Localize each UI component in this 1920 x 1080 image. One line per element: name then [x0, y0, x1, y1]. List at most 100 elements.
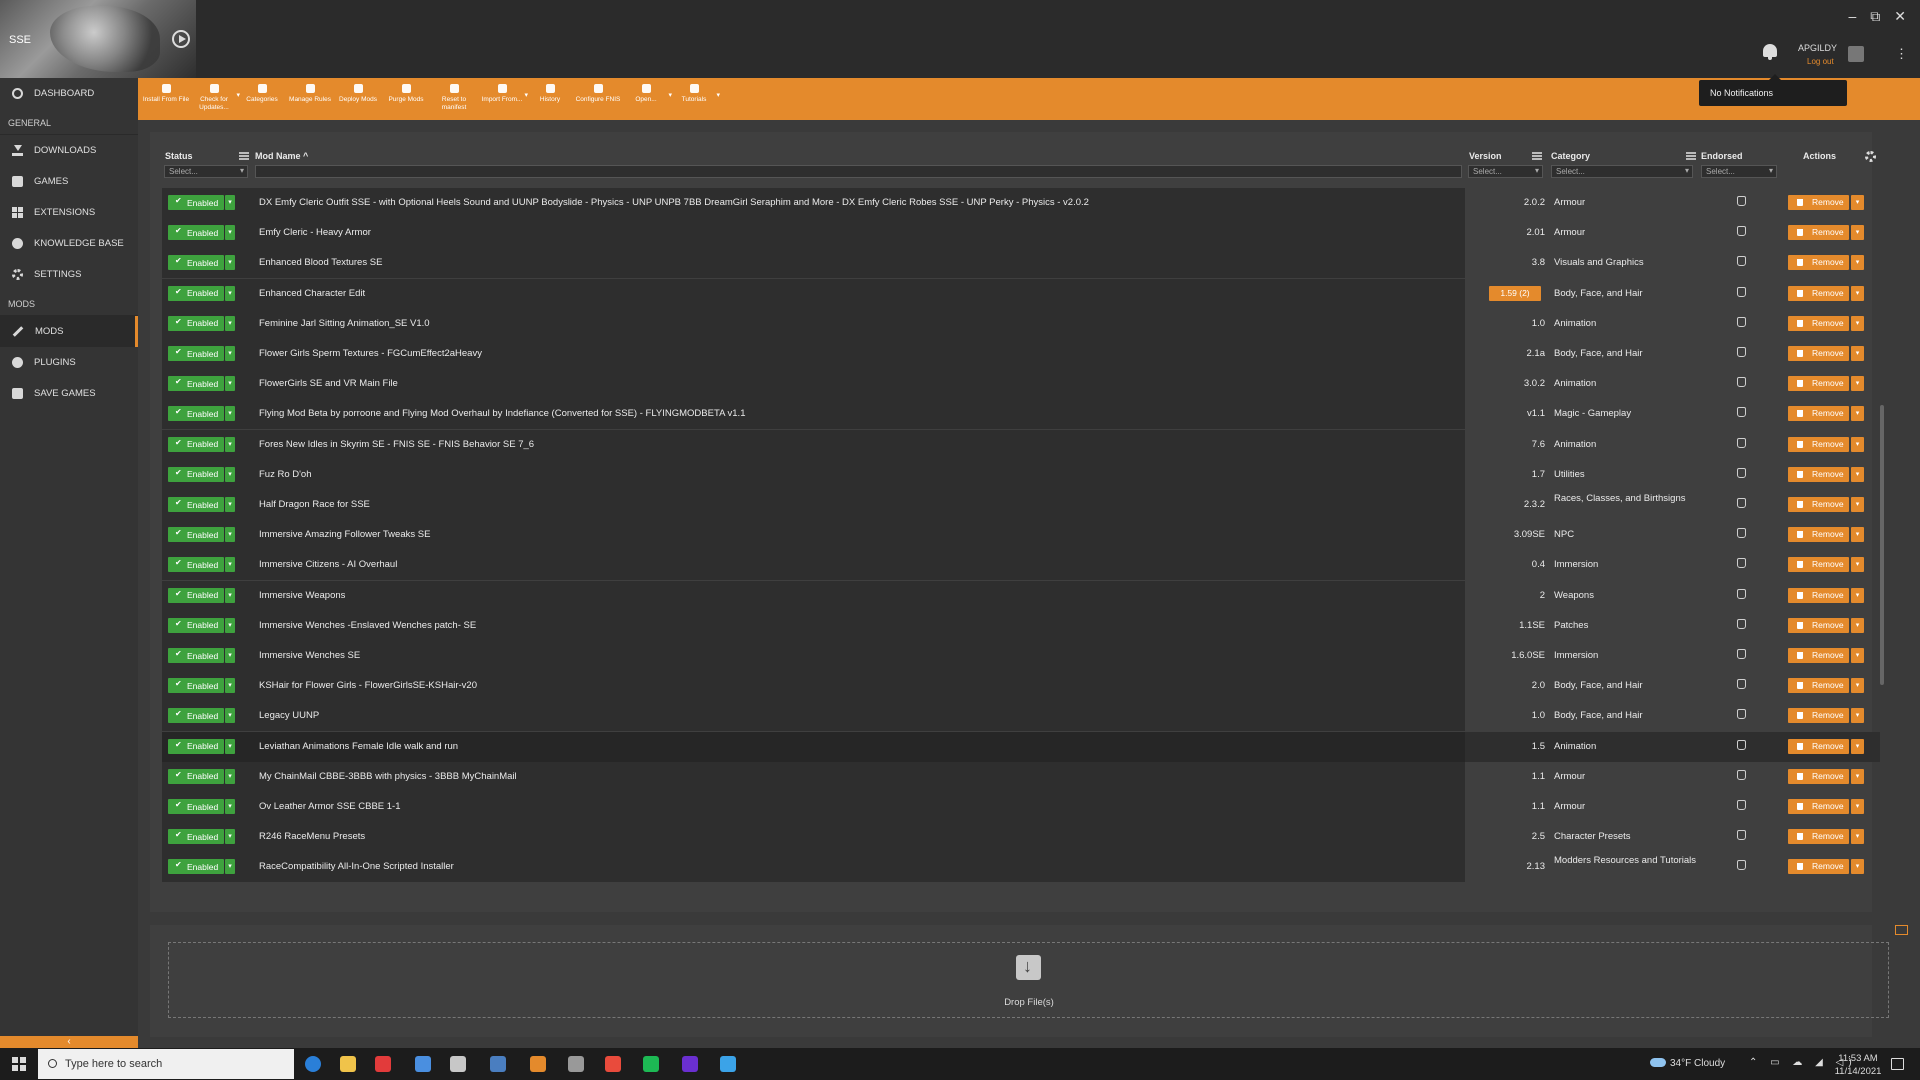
remove-button[interactable]: Remove [1788, 466, 1849, 482]
status-enabled-button[interactable]: Enabled [168, 527, 224, 543]
status-enabled-button[interactable]: Enabled [168, 436, 224, 452]
status-enabled-button[interactable]: Enabled [168, 466, 224, 482]
table-row[interactable]: Enabled▾Half Dragon Race for SSE2.3.2Rac… [162, 490, 1880, 520]
bell-icon[interactable] [1763, 44, 1777, 60]
chevron-down-icon[interactable]: ▾ [225, 829, 235, 845]
app-icon[interactable] [530, 1056, 546, 1072]
chevron-down-icon[interactable]: ▾ [1851, 406, 1864, 422]
toolbar-install-from-file-button[interactable]: Install From File [142, 78, 190, 120]
table-row[interactable]: Enabled▾R246 RaceMenu Presets2.5Characte… [162, 822, 1880, 853]
thumbs-up-icon[interactable] [1737, 800, 1746, 810]
thumbs-up-icon[interactable] [1737, 558, 1746, 569]
chevron-down-icon[interactable]: ▾ [1851, 678, 1864, 694]
status-enabled-button[interactable]: Enabled [168, 738, 224, 754]
toolbar-tutorials-button[interactable]: Tutorials [670, 78, 720, 120]
chevron-down-icon[interactable]: ▾ [225, 768, 235, 784]
remove-button[interactable]: Remove [1788, 738, 1849, 754]
status-enabled-button[interactable]: Enabled [168, 255, 224, 271]
thumbs-up-icon[interactable] [1737, 347, 1746, 357]
chevron-down-icon[interactable]: ▾ [225, 708, 235, 724]
table-row[interactable]: Enabled▾Immersive Amazing Follower Tweak… [162, 520, 1880, 551]
status-enabled-button[interactable]: Enabled [168, 617, 224, 633]
file-explorer-icon[interactable] [415, 1056, 431, 1072]
version-filter[interactable]: Select... [1468, 165, 1543, 178]
chevron-down-icon[interactable]: ▾ [225, 436, 235, 452]
weather-text[interactable]: 34°F Cloudy [1670, 1058, 1725, 1069]
chevron-down-icon[interactable]: ▾ [225, 497, 235, 512]
header-endorsed[interactable]: Endorsed [1701, 151, 1743, 161]
remove-button[interactable]: Remove [1788, 678, 1849, 694]
play-icon[interactable] [172, 30, 190, 48]
chevron-down-icon[interactable]: ▾ [225, 859, 235, 875]
chevron-down-icon[interactable]: ▾ [1851, 617, 1864, 633]
toolbar-configure-fnis-button[interactable]: Configure FNIS [574, 78, 622, 120]
header-category[interactable]: Category [1551, 151, 1590, 161]
status-enabled-button[interactable]: Enabled [168, 829, 224, 845]
thumbs-up-icon[interactable] [1737, 649, 1746, 659]
remove-button[interactable]: Remove [1788, 859, 1849, 875]
chevron-down-icon[interactable]: ▾ [1851, 497, 1864, 512]
sidebar-item-knowledge-base[interactable]: KNOWLEDGE BASE [0, 228, 138, 259]
clock-date[interactable]: 11/14/2021 [1834, 1066, 1882, 1077]
sidebar-item-games[interactable]: GAMES [0, 166, 138, 197]
chevron-down-icon[interactable]: ▾ [225, 225, 235, 241]
table-row[interactable]: Enabled▾Emfy Cleric - Heavy Armor2.01Arm… [162, 218, 1880, 249]
restore-button[interactable]: ⧉ [1870, 8, 1880, 25]
mail-icon[interactable] [375, 1056, 391, 1072]
chevron-down-icon[interactable]: ▾ [1851, 768, 1864, 784]
remove-button[interactable]: Remove [1788, 768, 1849, 784]
toolbar-categories-button[interactable]: Categories [238, 78, 286, 120]
thumbs-up-icon[interactable] [1737, 709, 1746, 720]
chevron-down-icon[interactable]: ▾ [225, 315, 235, 331]
table-row[interactable]: Enabled▾FlowerGirls SE and VR Main File3… [162, 369, 1880, 400]
toolbar-reset-to-manifest-button[interactable]: Reset to manifest [430, 78, 478, 120]
thumbs-up-icon[interactable] [1737, 316, 1746, 327]
status-enabled-button[interactable]: Enabled [168, 497, 224, 512]
thumbs-up-icon[interactable] [1737, 528, 1746, 539]
thumbs-up-icon[interactable] [1737, 739, 1746, 750]
chevron-down-icon[interactable]: ▾ [1851, 346, 1864, 361]
header-mod-name[interactable]: Mod Name ^ [255, 151, 308, 161]
sidebar-item-save-games[interactable]: SAVE GAMES [0, 378, 138, 409]
sidebar-item-dashboard[interactable]: DASHBOARD [0, 78, 138, 109]
taskbar-search-input[interactable]: Type here to search [38, 1049, 294, 1079]
avatar[interactable] [1848, 46, 1864, 62]
mail-icon[interactable] [1895, 925, 1908, 935]
remove-button[interactable]: Remove [1788, 648, 1849, 663]
table-row[interactable]: Enabled▾Fuz Ro D'oh1.7UtilitiesRemove▾ [162, 459, 1880, 490]
remove-button[interactable]: Remove [1788, 315, 1849, 331]
thumbs-up-icon[interactable] [1737, 226, 1746, 237]
chevron-down-icon[interactable]: ▾ [1851, 738, 1864, 754]
remove-button[interactable]: Remove [1788, 587, 1849, 603]
sidebar-item-mods[interactable]: MODS [0, 316, 138, 347]
table-row[interactable]: Enabled▾Legacy UUNP1.0Body, Face, and Ha… [162, 701, 1880, 732]
remove-button[interactable]: Remove [1788, 829, 1849, 845]
toolbar-deploy-mods-button[interactable]: Deploy Mods [334, 78, 382, 120]
thumbs-up-icon[interactable] [1737, 498, 1746, 508]
table-row[interactable]: Enabled▾Immersive Wenches SE1.6.0SEImmer… [162, 641, 1880, 671]
spotify-icon[interactable] [720, 1056, 736, 1072]
chevron-down-icon[interactable]: ▾ [225, 346, 235, 361]
list-filter-icon[interactable] [1532, 152, 1542, 160]
settings-icon[interactable] [643, 1056, 659, 1072]
chevron-down-icon[interactable]: ▾ [1851, 225, 1864, 241]
remove-button[interactable]: Remove [1788, 376, 1849, 392]
chevron-down-icon[interactable]: ▾ [1851, 255, 1864, 271]
toolbar-check-for-updates-button[interactable]: Check for Updates... [190, 78, 240, 120]
sidebar-item-extensions[interactable]: EXTENSIONS [0, 197, 138, 228]
status-enabled-button[interactable]: Enabled [168, 557, 224, 573]
chevron-down-icon[interactable]: ▾ [225, 285, 235, 301]
chevron-down-icon[interactable]: ▾ [1851, 285, 1864, 301]
app-icon[interactable] [450, 1056, 466, 1072]
chevron-down-icon[interactable]: ▾ [1851, 859, 1864, 875]
toolbar-import-from-button[interactable]: Import From... [478, 78, 528, 120]
chevron-down-icon[interactable]: ▾ [1851, 315, 1864, 331]
thumbs-up-icon[interactable] [1737, 256, 1746, 267]
remove-button[interactable]: Remove [1788, 708, 1849, 724]
dropbox-icon[interactable] [490, 1056, 506, 1072]
thumbs-up-icon[interactable] [1737, 769, 1746, 780]
gear-icon[interactable] [1865, 151, 1876, 162]
table-row[interactable]: Enabled▾Enhanced Blood Textures SE3.8Vis… [162, 248, 1880, 279]
status-enabled-button[interactable]: Enabled [168, 678, 224, 694]
table-row[interactable]: Enabled▾Ov Leather Armor SSE CBBE 1-11.1… [162, 792, 1880, 822]
